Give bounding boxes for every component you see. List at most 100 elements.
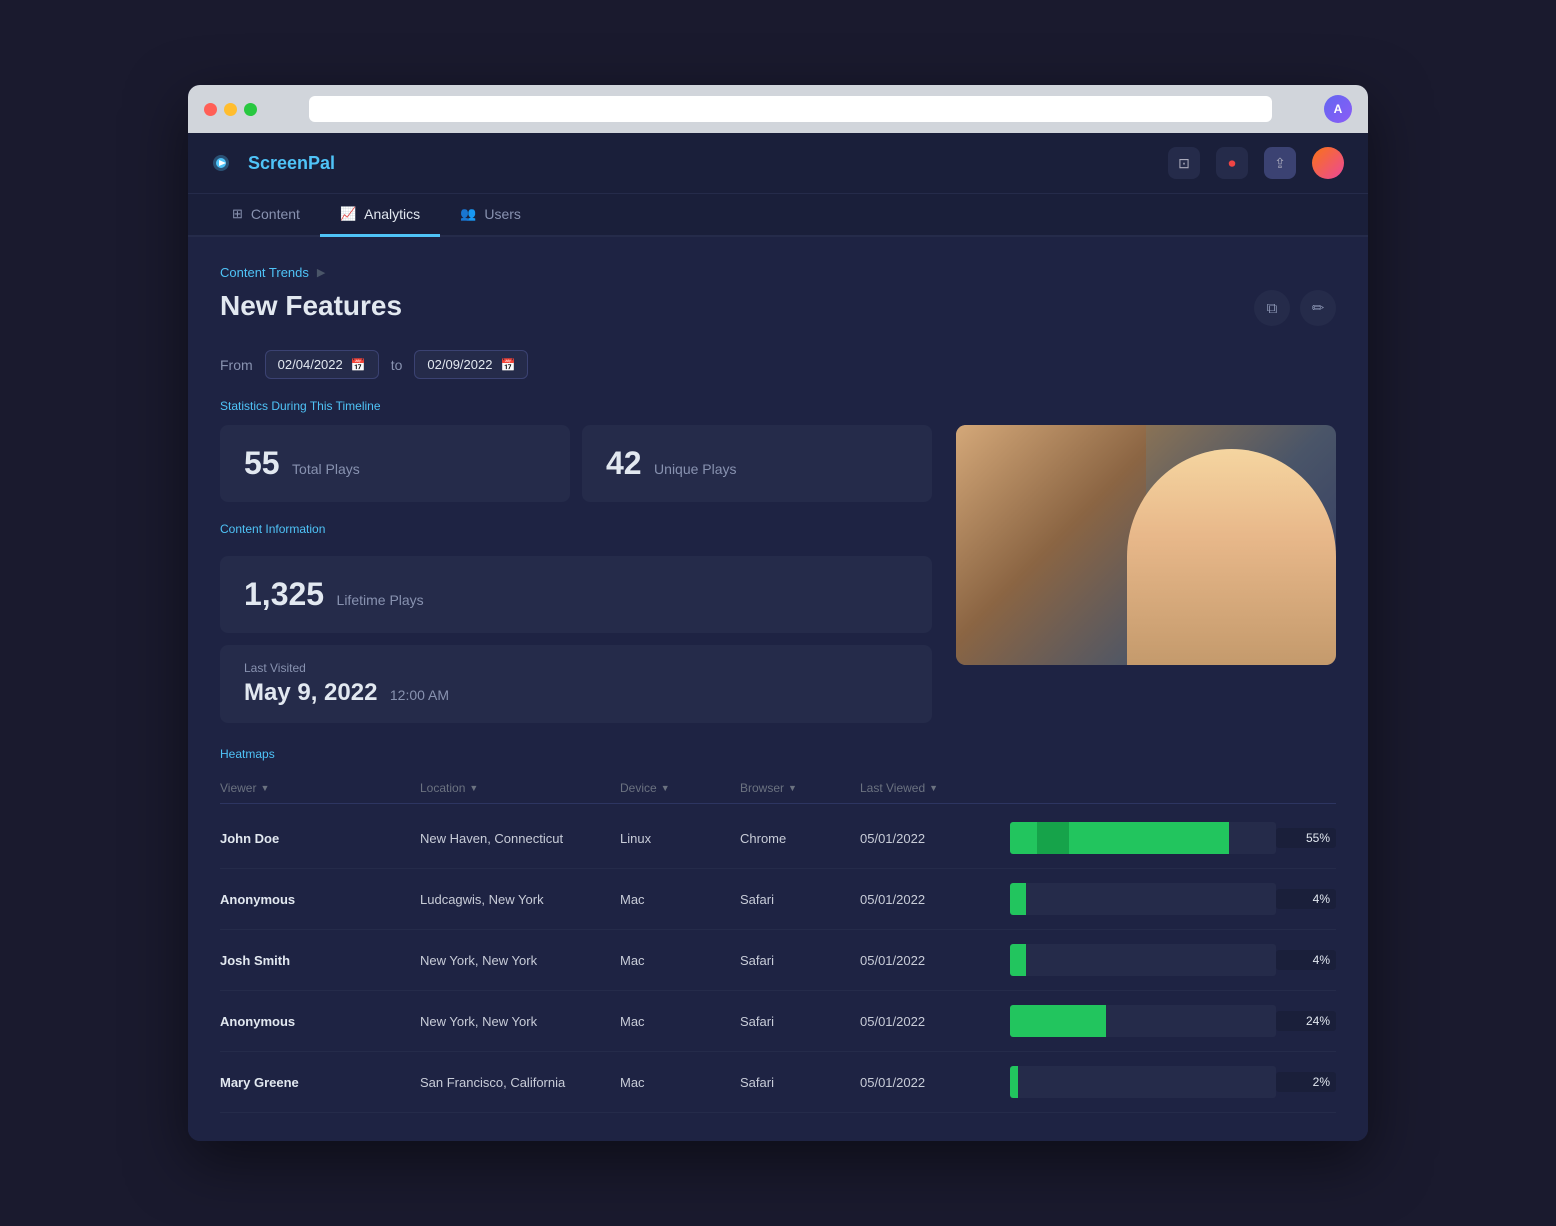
- to-label: to: [391, 357, 403, 373]
- breadcrumb-arrow-icon: ▶: [317, 266, 325, 279]
- browser-chrome: A: [188, 85, 1368, 133]
- bar-fill: [1010, 1066, 1018, 1098]
- preview-column: [956, 425, 1336, 723]
- table-header: Viewer ▼ Location ▼ Device ▼ Browser ▼ L…: [220, 773, 1336, 804]
- cell-bar: [1010, 1066, 1276, 1098]
- bar-fill: [1010, 1005, 1106, 1037]
- bar-fill: [1010, 883, 1026, 915]
- cell-percentage: 24%: [1276, 1011, 1336, 1031]
- device-sort-icon: ▼: [661, 783, 670, 793]
- close-button[interactable]: [204, 103, 217, 116]
- tab-analytics-label: Analytics: [364, 206, 420, 222]
- cell-bar: [1010, 1005, 1276, 1037]
- date-to-value: 02/09/2022: [427, 357, 492, 372]
- cell-bar: [1010, 944, 1276, 976]
- table-row[interactable]: Anonymous New York, New York Mac Safari …: [220, 991, 1336, 1052]
- cell-device: Mac: [620, 1075, 740, 1090]
- main-content: Content Trends ▶ New Features ⧉ ✏ From 0…: [188, 237, 1368, 1141]
- last-visited-card: Last Visited May 9, 2022 12:00 AM: [220, 645, 932, 723]
- title-actions: ⧉ ✏: [1254, 290, 1336, 326]
- cell-device: Mac: [620, 953, 740, 968]
- browser-window: A ScreenPal ⊡ ⏺ ⇪ ⊞ Content 📈 Analytics: [188, 85, 1368, 1141]
- video-person: [1127, 449, 1336, 665]
- cell-device: Mac: [620, 892, 740, 907]
- from-label: From: [220, 357, 253, 373]
- cell-location: San Francisco, California: [420, 1075, 620, 1090]
- cell-percentage: 2%: [1276, 1072, 1336, 1092]
- unique-plays-label: Unique Plays: [654, 461, 737, 477]
- date-range: From 02/04/2022 📅 to 02/09/2022 📅: [220, 350, 1336, 379]
- analytics-icon: 📈: [340, 206, 356, 222]
- browser-user-avatar[interactable]: A: [1324, 95, 1352, 123]
- cell-last-viewed: 05/01/2022: [860, 892, 1010, 907]
- total-plays-number: 55: [244, 445, 280, 481]
- cell-last-viewed: 05/01/2022: [860, 1075, 1010, 1090]
- last-visited-time: 12:00 AM: [390, 687, 449, 703]
- cell-last-viewed: 05/01/2022: [860, 831, 1010, 846]
- table-row[interactable]: Josh Smith New York, New York Mac Safari…: [220, 930, 1336, 991]
- tab-analytics[interactable]: 📈 Analytics: [320, 194, 440, 237]
- video-bg-left: [956, 425, 1146, 665]
- location-sort-icon: ▼: [469, 783, 478, 793]
- heatmaps-section: Heatmaps Viewer ▼ Location ▼ Device ▼ Br…: [220, 747, 1336, 1113]
- logo[interactable]: ScreenPal: [212, 152, 335, 174]
- tab-users[interactable]: 👥 Users: [440, 194, 541, 237]
- tab-content[interactable]: ⊞ Content: [212, 194, 320, 237]
- tab-users-label: Users: [484, 206, 521, 222]
- maximize-button[interactable]: [244, 103, 257, 116]
- cell-viewer: John Doe: [220, 831, 420, 846]
- cell-percentage: 4%: [1276, 950, 1336, 970]
- edit-button[interactable]: ✏: [1300, 290, 1336, 326]
- user-avatar[interactable]: [1312, 147, 1344, 179]
- cell-bar: [1010, 822, 1276, 854]
- lifetime-plays-number: 1,325: [244, 576, 324, 612]
- date-from-input[interactable]: 02/04/2022 📅: [265, 350, 379, 379]
- last-visited-date: May 9, 2022: [244, 679, 377, 706]
- cell-last-viewed: 05/01/2022: [860, 1014, 1010, 1029]
- cell-location: Ludcagwis, New York: [420, 892, 620, 907]
- cell-bar: [1010, 883, 1276, 915]
- header-heatmap: [1010, 781, 1276, 795]
- viewer-sort-icon: ▼: [260, 783, 269, 793]
- unique-plays-card: 42 Unique Plays: [582, 425, 932, 502]
- tab-content-label: Content: [251, 206, 300, 222]
- header-browser[interactable]: Browser ▼: [740, 781, 860, 795]
- cell-browser: Safari: [740, 953, 860, 968]
- date-to-input[interactable]: 02/09/2022 📅: [414, 350, 528, 379]
- lifetime-plays-card: 1,325 Lifetime Plays: [220, 556, 932, 633]
- calendar-to-icon: 📅: [500, 358, 515, 372]
- record-button[interactable]: ⏺: [1216, 147, 1248, 179]
- header-location[interactable]: Location ▼: [420, 781, 620, 795]
- last-viewed-sort-icon: ▼: [929, 783, 938, 793]
- logo-icon: [212, 152, 240, 174]
- content-icon: ⊞: [232, 206, 243, 222]
- share-button[interactable]: ⇪: [1264, 147, 1296, 179]
- header-device[interactable]: Device ▼: [620, 781, 740, 795]
- header-viewer[interactable]: Viewer ▼: [220, 781, 420, 795]
- header-last-viewed[interactable]: Last Viewed ▼: [860, 781, 1010, 795]
- nav-tabs: ⊞ Content 📈 Analytics 👥 Users: [188, 194, 1368, 237]
- table-row[interactable]: Mary Greene San Francisco, California Ma…: [220, 1052, 1336, 1113]
- table-row[interactable]: Anonymous Ludcagwis, New York Mac Safari…: [220, 869, 1336, 930]
- cell-location: New Haven, Connecticut: [420, 831, 620, 846]
- capture-button[interactable]: ⊡: [1168, 147, 1200, 179]
- minimize-button[interactable]: [224, 103, 237, 116]
- breadcrumb: Content Trends ▶: [220, 265, 1336, 280]
- cell-browser: Chrome: [740, 831, 860, 846]
- content-info-label: Content Information: [220, 522, 932, 536]
- lifetime-plays-label: Lifetime Plays: [337, 592, 424, 608]
- copy-button[interactable]: ⧉: [1254, 290, 1290, 326]
- cell-browser: Safari: [740, 892, 860, 907]
- stats-and-preview: 55 Total Plays 42 Unique Plays Content I…: [220, 425, 1336, 723]
- breadcrumb-text[interactable]: Content Trends: [220, 265, 309, 280]
- traffic-lights: [204, 103, 257, 116]
- video-preview[interactable]: [956, 425, 1336, 665]
- app-header: ScreenPal ⊡ ⏺ ⇪: [188, 133, 1368, 194]
- unique-plays-number: 42: [606, 445, 642, 481]
- table-row[interactable]: John Doe New Haven, Connecticut Linux Ch…: [220, 808, 1336, 869]
- bar-container: [1010, 1005, 1276, 1037]
- cell-location: New York, New York: [420, 953, 620, 968]
- url-bar[interactable]: [309, 96, 1272, 122]
- cell-viewer: Mary Greene: [220, 1075, 420, 1090]
- users-icon: 👥: [460, 206, 476, 222]
